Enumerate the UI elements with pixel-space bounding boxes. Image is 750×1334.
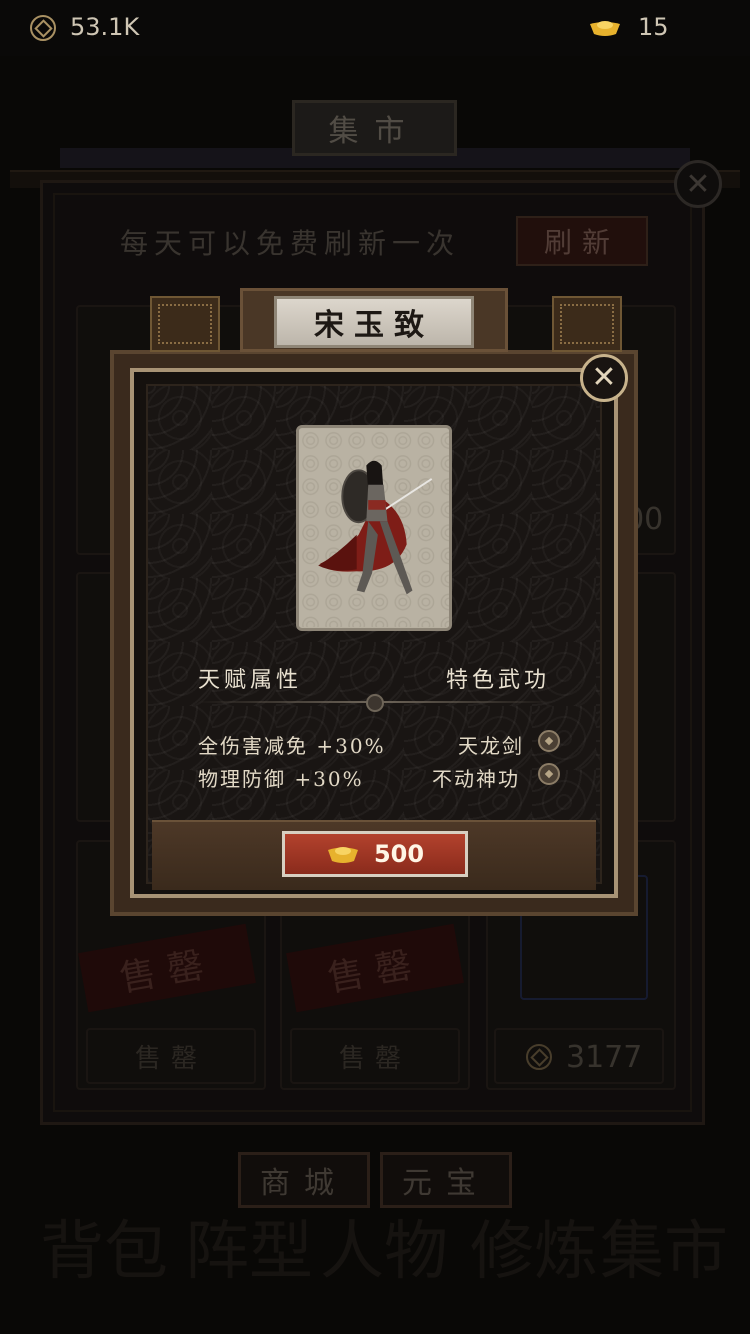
warrior-figure-icon <box>299 428 449 628</box>
coin-icon <box>30 15 56 41</box>
price-value: 500 <box>373 840 425 868</box>
close-button[interactable]: ✕ <box>580 354 628 402</box>
talent-item: 全伤害减免 +30% <box>198 734 386 758</box>
close-icon: ✕ <box>591 360 617 395</box>
coin-balance: 53.1K <box>70 13 140 41</box>
skill-item[interactable]: 不动神功 <box>432 763 520 792</box>
header-ornament-left <box>150 296 220 352</box>
skill-item[interactable]: 天龙剑 <box>458 730 524 759</box>
gold-ingot-icon <box>327 847 358 863</box>
talent-item: 物理防御 +30% <box>198 767 364 791</box>
character-name: 宋玉致 <box>274 296 474 348</box>
character-portrait <box>296 425 452 631</box>
gold-ingot-icon <box>590 21 620 36</box>
buy-button[interactable]: 500 <box>282 831 468 877</box>
header-ornament-right <box>552 296 622 352</box>
skill-badge-icon[interactable] <box>538 763 560 785</box>
divider-knot <box>366 694 384 712</box>
currency-bar: 53.1K 15 <box>0 0 750 56</box>
skill-badge-icon[interactable] <box>538 730 560 752</box>
ingot-balance: 15 <box>638 13 669 41</box>
talent-attributes-title: 天赋属性 <box>198 668 303 693</box>
special-skills-title: 特色武功 <box>446 668 551 693</box>
